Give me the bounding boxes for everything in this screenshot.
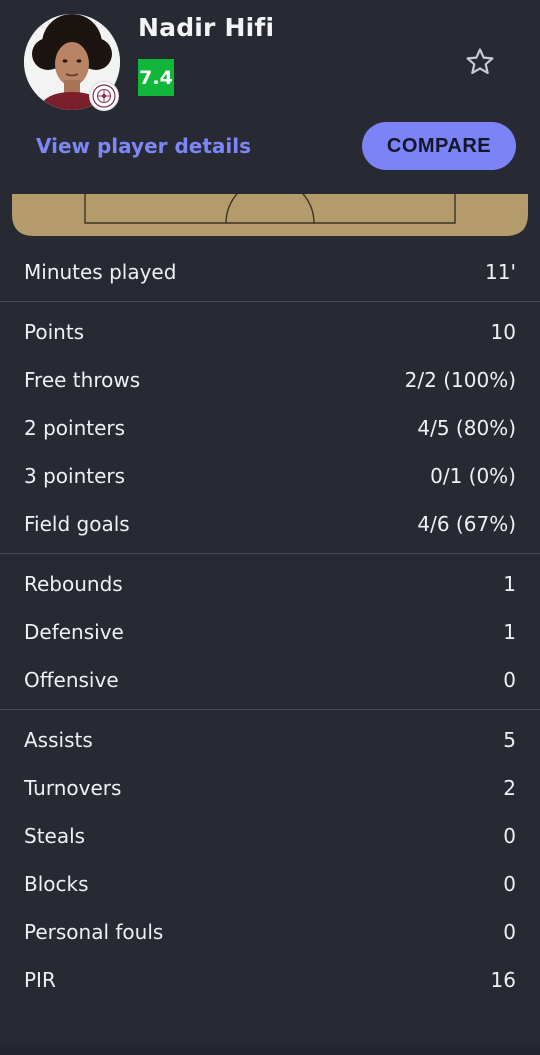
stat-row-offensive: Offensive 0 <box>0 656 540 704</box>
team-logo-icon <box>89 81 119 111</box>
stat-value: 0 <box>503 920 516 944</box>
bottom-edge <box>0 1045 540 1055</box>
stat-label: PIR <box>24 968 56 992</box>
stat-row-pir: PIR 16 <box>0 956 540 1004</box>
view-player-details-link[interactable]: View player details <box>36 134 251 158</box>
stat-row-free-throws: Free throws 2/2 (100%) <box>0 356 540 404</box>
stat-label: Field goals <box>24 512 130 536</box>
basketball-court-graphic <box>12 178 528 236</box>
stat-row-steals: Steals 0 <box>0 812 540 860</box>
stat-value: 1 <box>503 620 516 644</box>
player-name: Nadir Hifi <box>138 13 275 42</box>
compare-button[interactable]: COMPARE <box>362 122 516 170</box>
stat-label: Assists <box>24 728 93 752</box>
stat-label: Steals <box>24 824 86 848</box>
stat-value: 0 <box>503 824 516 848</box>
stat-row-rebounds: Rebounds 1 <box>0 560 540 608</box>
stat-label: Offensive <box>24 668 119 692</box>
stat-label: 2 pointers <box>24 416 126 440</box>
stat-row-field-goals: Field goals 4/6 (67%) <box>0 500 540 548</box>
stat-label: Free throws <box>24 368 141 392</box>
stat-label: Rebounds <box>24 572 123 596</box>
stat-value: 2/2 (100%) <box>404 368 516 392</box>
stat-value: 11' <box>485 260 516 284</box>
divider <box>0 301 540 302</box>
stat-row-2-pointers: 2 pointers 4/5 (80%) <box>0 404 540 452</box>
stat-value: 4/5 (80%) <box>417 416 516 440</box>
stat-label: Blocks <box>24 872 89 896</box>
stat-row-assists: Assists 5 <box>0 716 540 764</box>
stat-label: Points <box>24 320 85 344</box>
stat-label: Minutes played <box>24 260 177 284</box>
player-stats-sheet: Nadir Hifi 7.4 View player details COMPA… <box>0 0 540 1055</box>
divider <box>0 709 540 710</box>
stat-row-personal-fouls: Personal fouls 0 <box>0 908 540 956</box>
stat-value: 10 <box>490 320 516 344</box>
favorite-star-icon[interactable] <box>462 44 498 80</box>
stat-value: 5 <box>503 728 516 752</box>
stat-value: 0/1 (0%) <box>430 464 516 488</box>
stat-value: 1 <box>503 572 516 596</box>
divider <box>0 553 540 554</box>
stat-value: 2 <box>503 776 516 800</box>
stat-value: 4/6 (67%) <box>417 512 516 536</box>
stat-label: Personal fouls <box>24 920 164 944</box>
stats-list: Minutes played 11' Points 10 Free throws… <box>0 248 540 1004</box>
stat-row-blocks: Blocks 0 <box>0 860 540 908</box>
stat-row-3-pointers: 3 pointers 0/1 (0%) <box>0 452 540 500</box>
stat-row-turnovers: Turnovers 2 <box>0 764 540 812</box>
player-header: Nadir Hifi 7.4 <box>0 0 540 122</box>
stat-value: 0 <box>503 668 516 692</box>
stat-label: 3 pointers <box>24 464 126 488</box>
stat-value: 16 <box>490 968 516 992</box>
stat-row-points: Points 10 <box>0 308 540 356</box>
stat-row-minutes: Minutes played 11' <box>0 248 540 296</box>
stat-row-defensive: Defensive 1 <box>0 608 540 656</box>
player-rating-badge: 7.4 <box>138 59 174 96</box>
stat-label: Turnovers <box>24 776 122 800</box>
stat-value: 0 <box>503 872 516 896</box>
stat-label: Defensive <box>24 620 124 644</box>
